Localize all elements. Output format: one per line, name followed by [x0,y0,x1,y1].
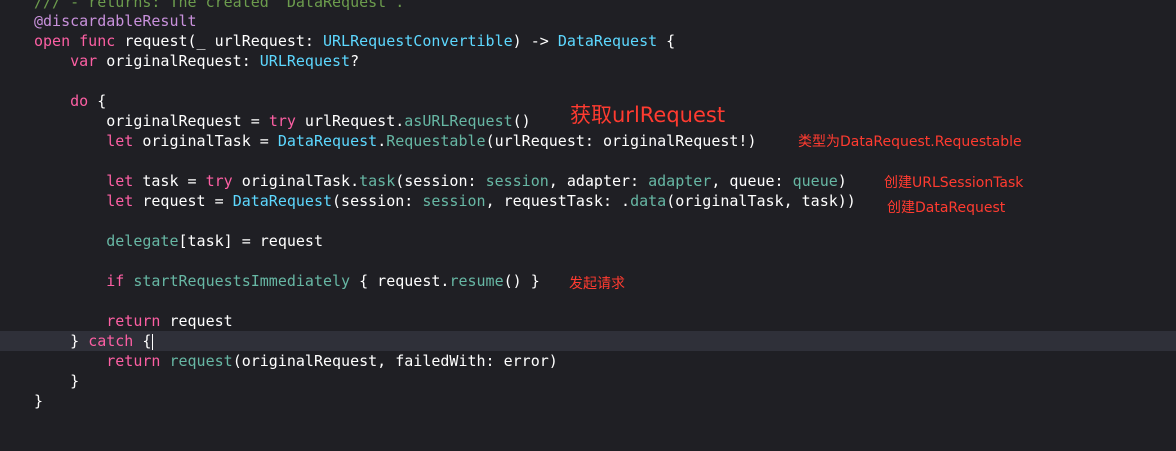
code-line-close-func: } [0,391,1176,411]
close-brace: } [70,332,89,350]
optional-mark: ? [350,52,360,70]
code-line-return-request: return request [0,311,1176,331]
method-call: resume [449,272,504,290]
discardable-result-attribute: @discardableResult [34,12,197,30]
close-paren: ) [837,172,847,190]
annotation-create-task: 创建URLSessionTask [884,175,1024,191]
receiver-text: urlRequest. [295,112,405,130]
if-keyword: if [106,272,125,290]
receiver-text: { request. [350,272,450,290]
return-value: request [160,312,233,330]
arg-label: , requestTask: . [485,192,631,210]
annotation-send-request: 发起请求 [569,276,625,292]
condition-property: startRequestsImmediately [133,272,351,290]
annotation-type-is: 类型为DataRequest.Requestable [798,134,1022,150]
try-keyword: try [205,172,233,190]
type-name: DataRequest [232,192,333,210]
arg-label: , adapter: [548,172,649,190]
open-brace: { [657,32,676,50]
var-type: URLRequest [259,52,351,70]
member-name: Requestable [386,132,486,150]
return-keyword: return [106,312,161,330]
arg-value: session [485,172,549,190]
param-type: URLRequestConvertible [323,32,513,50]
arg-label: (session: [332,192,423,210]
annotation-get-url-request: 获取urlRequest [570,103,726,127]
code-editor[interactable]: /// - returns: The created `DataRequest`… [0,0,1176,417]
function-name: request [124,32,188,50]
call-args: (originalRequest, failedWith: error) [232,352,558,370]
assignment-lhs: task = [133,172,206,190]
delegate-property: delegate [106,232,179,250]
try-keyword: try [268,112,296,130]
annotation-create-request: 创建DataRequest [887,200,1006,216]
text-cursor [152,333,154,350]
call-parens: () } [503,272,540,290]
code-line-return-failed: return request(originalRequest, failedWi… [0,351,1176,371]
arg-value: session [422,192,486,210]
let-keyword: let [106,172,134,190]
code-line-func-signature: open func request(_ urlRequest: URLReque… [0,31,1176,51]
var-name: originalRequest: [97,52,260,70]
call-args: (originalTask, task)) [666,192,856,210]
func-keyword: func [79,32,116,50]
doc-comment: /// - returns: The created `DataRequest`… [34,0,405,11]
let-keyword: let [106,132,134,150]
receiver-text: originalTask. [232,172,360,190]
member-name: data [630,192,667,210]
assignment-lhs: originalTask = [133,132,278,150]
arg-value: queue [792,172,838,190]
call-parens: () [512,112,531,130]
open-keyword: open [34,32,71,50]
params-text: (_ urlRequest: [187,32,323,50]
return-type: DataRequest [557,32,658,50]
call-args: (urlRequest: originalRequest!) [485,132,757,150]
type-name: DataRequest [277,132,378,150]
open-brace: { [133,332,152,350]
code-line-catch-current[interactable]: } catch { [0,331,1176,351]
assignment-lhs: originalRequest = [106,112,269,130]
var-keyword: var [70,52,98,70]
let-keyword: let [106,192,134,210]
code-line-var: var originalRequest: URLRequest? [0,51,1176,71]
arg-label: (session: [395,172,486,190]
arg-label: , queue: [711,172,793,190]
arrow-text: ) -> [512,32,558,50]
method-call: task [359,172,396,190]
code-line-delegate: delegate[task] = request [0,231,1176,251]
code-line-close-do: } [0,371,1176,391]
method-call: request [169,352,233,370]
close-brace: } [70,372,80,390]
catch-keyword: catch [88,332,134,350]
assignment-lhs: request = [133,192,233,210]
arg-value: adapter [648,172,712,190]
do-keyword: do [70,92,89,110]
close-brace: } [34,392,44,410]
return-keyword: return [106,352,161,370]
method-call: asURLRequest [404,112,513,130]
code-line-attribute: @discardableResult [0,11,1176,31]
dot: . [377,132,387,150]
open-brace: { [88,92,107,110]
subscript-assignment: [task] = request [178,232,324,250]
